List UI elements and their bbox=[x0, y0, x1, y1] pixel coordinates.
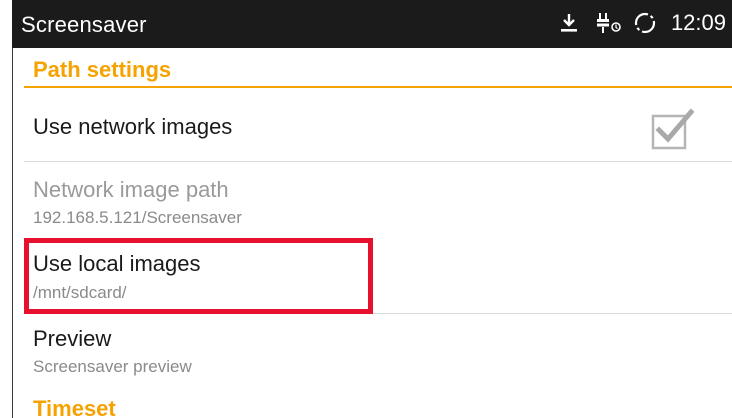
pref-use-local-images[interactable]: Use local images /mnt/sdcard/ bbox=[12, 238, 732, 314]
pref-network-image-path[interactable]: Network image path 192.168.5.121/Screens… bbox=[12, 162, 732, 238]
section-header-timeset: Timeset bbox=[12, 386, 732, 418]
pref-use-network-images[interactable]: Use network images bbox=[12, 88, 732, 162]
pref-title: Use local images bbox=[33, 251, 201, 276]
pref-preview[interactable]: Preview Screensaver preview bbox=[12, 314, 732, 386]
section-title: Timeset bbox=[33, 396, 116, 418]
pref-title: Preview bbox=[33, 326, 112, 351]
section-header-path-settings: Path settings bbox=[12, 48, 732, 88]
pref-summary: /mnt/sdcard/ bbox=[33, 283, 127, 302]
download-icon bbox=[557, 11, 581, 35]
title-bar: Screensaver 12:09 bbox=[12, 0, 732, 48]
pref-title: Use network images bbox=[33, 114, 233, 139]
status-time: 12:09 bbox=[670, 10, 726, 35]
pref-summary: 192.168.5.121/Screensaver bbox=[33, 208, 242, 227]
app-title: Screensaver bbox=[21, 12, 147, 37]
screen: Screensaver 12:09 Path settings Use netw… bbox=[0, 0, 732, 418]
section-title: Path settings bbox=[33, 57, 172, 82]
power-plug-icon bbox=[595, 11, 621, 35]
pref-title: Network image path bbox=[33, 177, 229, 202]
pref-summary: Screensaver preview bbox=[33, 357, 192, 376]
sync-icon bbox=[633, 11, 657, 35]
status-icons: 12:09 bbox=[557, 8, 726, 38]
use-network-images-checkbox[interactable] bbox=[650, 108, 695, 152]
